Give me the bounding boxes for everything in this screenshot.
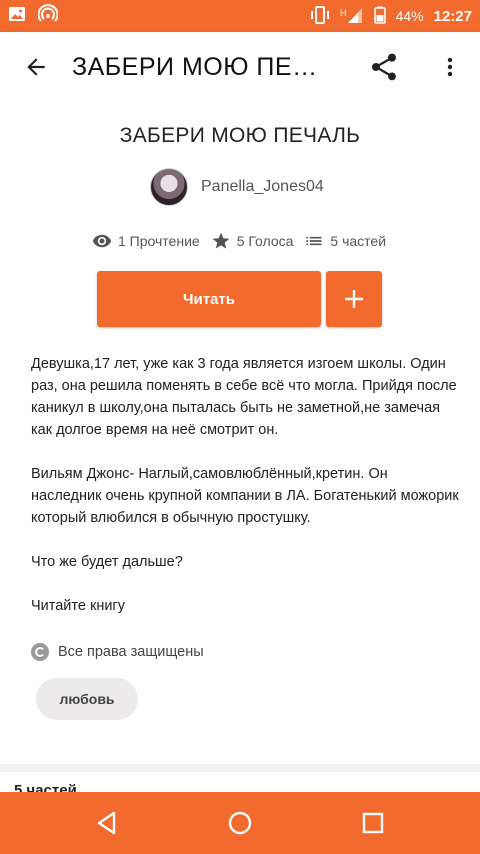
signal-icon: H: [340, 6, 364, 27]
hotspot-icon: [37, 3, 59, 29]
description-paragraph: Девушка,17 лет, уже как 3 года является …: [31, 356, 457, 438]
description-paragraph: Читайте книгу: [31, 598, 125, 614]
square-recents-icon: [363, 812, 384, 834]
add-to-library-button[interactable]: [326, 271, 382, 327]
share-icon: [372, 53, 396, 81]
tag-chip[interactable]: любовь: [36, 678, 138, 720]
svg-text:H: H: [340, 8, 347, 18]
star-icon: [212, 232, 230, 249]
more-options-button[interactable]: [432, 49, 468, 85]
vibrate-icon: [310, 5, 330, 27]
battery-level: 44%: [395, 8, 424, 24]
read-button[interactable]: Читать: [97, 271, 321, 327]
copyright-icon: [31, 643, 49, 661]
author-name[interactable]: Panella_Jones04: [201, 178, 324, 196]
status-bar: H 44% 12:27: [0, 0, 480, 32]
arrow-left-icon: [27, 58, 45, 76]
app-bar: ЗАБЕРИ МОЮ ПЕЧАЛЬ: [0, 32, 480, 102]
share-button[interactable]: [364, 49, 404, 85]
story-card: ЗАБЕРИ МОЮ ПЕЧАЛЬ Panella_Jones04 1 Проч…: [0, 102, 480, 764]
description-paragraph: Что же будет дальше?: [31, 554, 183, 570]
nav-back-button[interactable]: [83, 799, 131, 847]
story-stats: 1 Прочтение 5 Голоса 5 частей: [92, 231, 397, 251]
description-paragraph: Вильям Джонс- Наглый,самовлюблённый,крет…: [31, 466, 459, 526]
plus-icon: [345, 290, 363, 308]
parts-count: 5 частей: [330, 233, 387, 249]
nav-home-button[interactable]: [216, 799, 264, 847]
back-button[interactable]: [0, 32, 72, 102]
parts-heading: 5 частей: [14, 782, 77, 792]
copyright-notice: Все права защищены: [31, 643, 204, 661]
story-description: Девушка,17 лет, уже как 3 года является …: [31, 353, 461, 639]
story-title: ЗАБЕРИ МОЮ ПЕЧАЛЬ: [119, 124, 361, 147]
parts-stat: 5 частей: [304, 231, 386, 251]
reads-count: 1 Прочтение: [118, 233, 200, 249]
author[interactable]: Panella_Jones04: [150, 168, 324, 206]
battery-icon: [373, 6, 386, 27]
gallery-notification-icon: [8, 5, 26, 28]
nav-recents-button[interactable]: [349, 799, 397, 847]
votes-count: 5 Голоса: [236, 233, 294, 249]
triangle-back-icon: [97, 811, 115, 835]
list-icon: [306, 236, 322, 246]
app-bar-title: ЗАБЕРИ МОЮ ПЕЧАЛЬ: [72, 52, 332, 81]
section-divider: [0, 764, 480, 772]
copyright-text: Все права защищены: [58, 644, 204, 660]
story-details: ЗАБЕРИ МОЮ ПЕЧАЛЬ Panella_Jones04 1 Проч…: [0, 102, 480, 792]
avatar[interactable]: [150, 168, 188, 206]
votes-stat: 5 Голоса: [211, 231, 294, 251]
system-nav-bar: [0, 792, 480, 854]
circle-home-icon: [228, 811, 252, 835]
reads-stat: 1 Прочтение: [92, 231, 200, 251]
clock: 12:27: [433, 7, 472, 25]
eye-icon: [92, 234, 112, 248]
more-vertical-icon: [447, 57, 453, 77]
